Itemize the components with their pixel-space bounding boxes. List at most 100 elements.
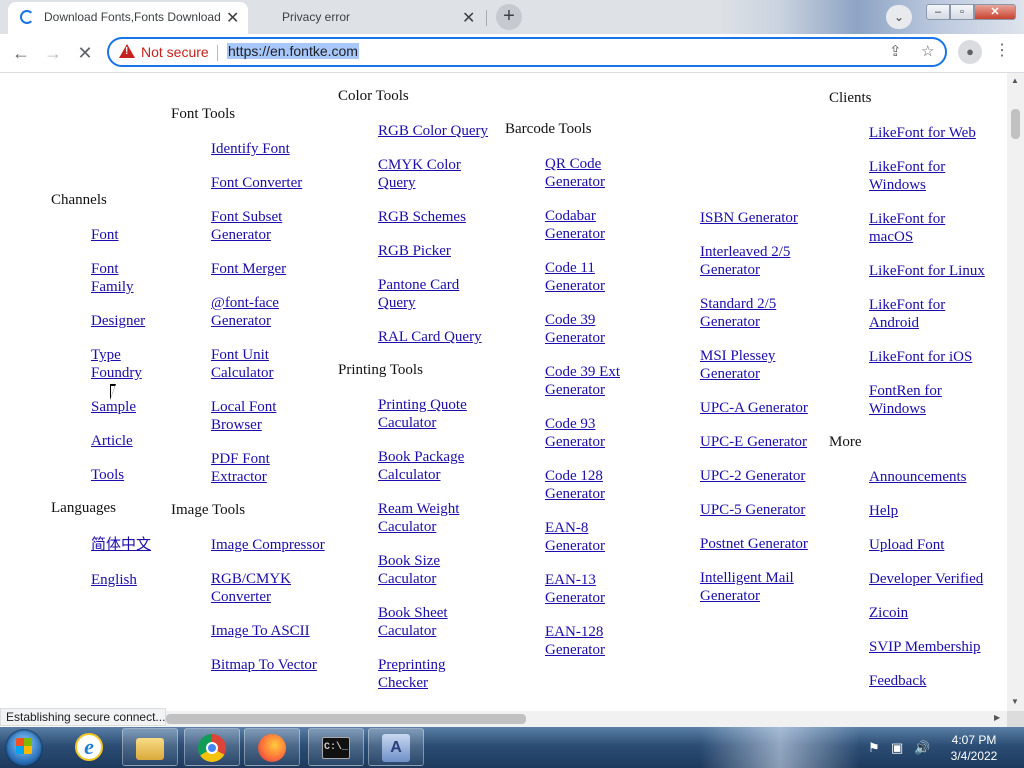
volume-icon[interactable]: 🔊 bbox=[914, 740, 930, 756]
channels-link[interactable]: Font Family bbox=[91, 260, 146, 296]
system-clock[interactable]: 4:07 PM 3/4/2022 bbox=[942, 732, 1006, 764]
minimize-button[interactable]: – bbox=[926, 4, 950, 20]
network-icon[interactable]: ▣ bbox=[891, 740, 903, 756]
taskbar-firefox[interactable] bbox=[244, 728, 300, 766]
vertical-scrollbar[interactable]: ▲ ▼ bbox=[1007, 73, 1024, 711]
scroll-right-icon[interactable]: ▶ bbox=[994, 713, 1000, 722]
font-tool-link[interactable]: Font Unit Calculator bbox=[211, 346, 291, 382]
client-link[interactable]: LikeFont for macOS bbox=[869, 210, 964, 246]
stop-button[interactable]: ✕ bbox=[72, 40, 98, 66]
channels-link[interactable]: Tools bbox=[91, 466, 124, 484]
color-tool-link[interactable]: RAL Card Query bbox=[378, 328, 482, 346]
printing-tool-link[interactable]: Preprinting Checker bbox=[378, 656, 463, 692]
barcode-tool-link[interactable]: MSI Plessey Generator bbox=[700, 347, 790, 383]
star-icon[interactable]: ☆ bbox=[921, 42, 934, 60]
horizontal-scrollbar[interactable]: ▶ bbox=[166, 711, 1007, 727]
barcode-tool-link[interactable]: UPC-5 Generator bbox=[700, 501, 805, 519]
scroll-up-icon[interactable]: ▲ bbox=[1011, 76, 1019, 85]
barcode-tool-link[interactable]: UPC-E Generator bbox=[700, 433, 807, 451]
client-link[interactable]: LikeFont for Android bbox=[869, 296, 964, 332]
barcode-tool-link[interactable]: Code 39 Ext Generator bbox=[545, 363, 635, 399]
barcode-tool-link[interactable]: EAN-8 Generator bbox=[545, 519, 620, 555]
barcode-tool-link[interactable]: Interleaved 2/5 Generator bbox=[700, 243, 800, 279]
color-tool-link[interactable]: Pantone Card Query bbox=[378, 276, 473, 312]
start-button[interactable] bbox=[5, 729, 43, 767]
client-link[interactable]: FontRen for Windows bbox=[869, 382, 964, 418]
back-button[interactable]: ← bbox=[8, 40, 34, 66]
menu-kebab-icon[interactable]: ⋮ bbox=[994, 40, 1010, 60]
printing-tool-link[interactable]: Book Package Calculator bbox=[378, 448, 478, 484]
channels-link[interactable]: Type Foundry bbox=[91, 346, 153, 382]
scroll-down-icon[interactable]: ▼ bbox=[1011, 697, 1019, 706]
new-tab-button[interactable]: + bbox=[496, 4, 522, 30]
more-link[interactable]: Upload Font bbox=[869, 536, 944, 554]
font-tool-link[interactable]: Font Merger bbox=[211, 260, 286, 278]
channels-link[interactable]: Sample bbox=[91, 398, 136, 416]
printing-tool-link[interactable]: Book Sheet Caculator bbox=[378, 604, 463, 640]
font-tool-link[interactable]: Local Font Browser bbox=[211, 398, 291, 434]
channels-link[interactable]: Article bbox=[91, 432, 133, 450]
color-tool-link[interactable]: CMYK Color Query bbox=[378, 156, 473, 192]
client-link[interactable]: LikeFont for Linux bbox=[869, 262, 985, 280]
security-label[interactable]: Not secure bbox=[141, 44, 209, 60]
image-tool-link[interactable]: Image To ASCII bbox=[211, 622, 310, 640]
taskbar-chrome[interactable] bbox=[184, 728, 240, 766]
language-link[interactable]: English bbox=[91, 571, 137, 589]
url-text[interactable]: https://en.fontke.com bbox=[227, 43, 359, 59]
font-tool-link[interactable]: PDF Font Extractor bbox=[211, 450, 291, 486]
barcode-tool-link[interactable]: EAN-128 Generator bbox=[545, 623, 620, 659]
more-link[interactable]: Feedback bbox=[869, 672, 926, 690]
more-link[interactable]: Help bbox=[869, 502, 898, 520]
taskbar-ie[interactable]: e bbox=[62, 728, 118, 766]
scrollbar-thumb[interactable] bbox=[1011, 109, 1020, 139]
barcode-tool-link[interactable]: Intelligent Mail Generator bbox=[700, 569, 810, 605]
close-window-button[interactable]: ✕ bbox=[974, 4, 1016, 20]
color-tool-link[interactable]: RGB Color Query bbox=[378, 122, 488, 140]
profile-avatar-icon[interactable]: ● bbox=[958, 40, 982, 64]
image-tool-link[interactable]: Image Compressor bbox=[211, 536, 325, 554]
barcode-tool-link[interactable]: Code 11 Generator bbox=[545, 259, 620, 295]
close-tab-icon[interactable]: ✕ bbox=[462, 8, 475, 28]
scrollbar-thumb[interactable] bbox=[166, 714, 526, 724]
barcode-tool-link[interactable]: EAN-13 Generator bbox=[545, 571, 620, 607]
barcode-tool-link[interactable]: Codabar Generator bbox=[545, 207, 620, 243]
more-link[interactable]: SVIP Membership bbox=[869, 638, 981, 656]
taskbar-cmd[interactable]: C:\_ bbox=[308, 728, 364, 766]
tab-privacy-error[interactable]: Privacy error ✕ bbox=[252, 2, 486, 34]
barcode-tool-link[interactable]: Code 39 Generator bbox=[545, 311, 620, 347]
address-bar[interactable]: ! Not secure https://en.fontke.com ⇪ ☆ bbox=[107, 37, 947, 67]
barcode-tool-link[interactable]: Code 128 Generator bbox=[545, 467, 620, 503]
forward-button[interactable]: → bbox=[40, 40, 66, 66]
client-link[interactable]: LikeFont for Web bbox=[869, 124, 976, 142]
language-link[interactable]: 简体中文 bbox=[91, 536, 151, 554]
color-tool-link[interactable]: RGB Picker bbox=[378, 242, 451, 260]
channels-link[interactable]: Font bbox=[91, 226, 119, 244]
client-link[interactable]: LikeFont for Windows bbox=[869, 158, 964, 194]
printing-tool-link[interactable]: Ream Weight Caculator bbox=[378, 500, 478, 536]
tab-search-button[interactable]: ⌄ bbox=[886, 5, 912, 29]
font-tool-link[interactable]: Font Converter bbox=[211, 174, 302, 192]
font-tool-link[interactable]: Font Subset Generator bbox=[211, 208, 301, 244]
tab-fontke[interactable]: Download Fonts,Fonts Download ✕ bbox=[8, 2, 248, 34]
image-tool-link[interactable]: RGB/CMYK Converter bbox=[211, 570, 301, 606]
more-link[interactable]: Zicoin bbox=[869, 604, 908, 622]
printing-tool-link[interactable]: Printing Quote Caculator bbox=[378, 396, 478, 432]
printing-tool-link[interactable]: Book Size Caculator bbox=[378, 552, 458, 588]
image-tool-link[interactable]: Bitmap To Vector bbox=[211, 656, 317, 674]
share-icon[interactable]: ⇪ bbox=[889, 42, 902, 60]
barcode-tool-link[interactable]: UPC-2 Generator bbox=[700, 467, 805, 485]
barcode-tool-link[interactable]: ISBN Generator bbox=[700, 209, 798, 227]
font-tool-link[interactable]: @font-face Generator bbox=[211, 294, 301, 330]
close-tab-icon[interactable]: ✕ bbox=[226, 8, 239, 28]
barcode-tool-link[interactable]: Code 93 Generator bbox=[545, 415, 620, 451]
client-link[interactable]: LikeFont for iOS bbox=[869, 348, 972, 366]
barcode-tool-link[interactable]: UPC-A Generator bbox=[700, 399, 808, 417]
font-tool-link[interactable]: Identify Font bbox=[211, 140, 290, 158]
channels-link[interactable]: Designer bbox=[91, 312, 145, 330]
barcode-tool-link[interactable]: Postnet Generator bbox=[700, 535, 808, 553]
taskbar-app[interactable]: A bbox=[368, 728, 424, 766]
barcode-tool-link[interactable]: QR Code Generator bbox=[545, 155, 620, 191]
more-link[interactable]: Developer Verified bbox=[869, 570, 983, 588]
color-tool-link[interactable]: RGB Schemes bbox=[378, 208, 466, 226]
more-link[interactable]: Announcements bbox=[869, 468, 966, 486]
